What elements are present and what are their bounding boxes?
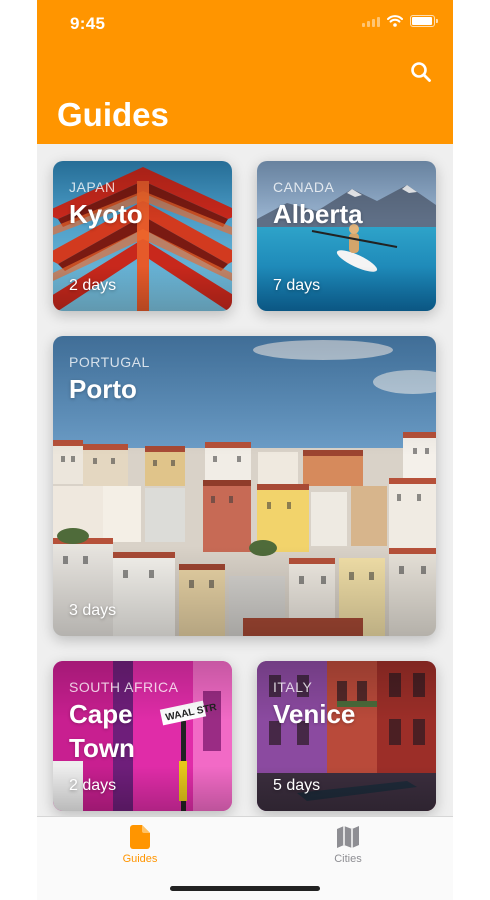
navigation-header: 9:45 Guides bbox=[37, 0, 453, 144]
home-indicator bbox=[170, 886, 320, 891]
battery-icon bbox=[410, 15, 438, 27]
tab-cities[interactable]: Cities bbox=[288, 825, 408, 865]
guide-country: CANADA bbox=[273, 179, 335, 195]
guide-card-venice[interactable]: ITALY Venice 5 days bbox=[257, 661, 436, 811]
status-icons bbox=[362, 15, 438, 27]
guide-country: SOUTH AFRICA bbox=[69, 679, 179, 695]
guides-grid[interactable]: JAPAN Kyoto 2 days CANADA Alberta 7 days… bbox=[37, 144, 453, 816]
cellular-signal-icon bbox=[362, 16, 380, 27]
guide-card-porto[interactable]: PORTUGAL Porto 3 days bbox=[53, 336, 436, 636]
guide-card-kyoto[interactable]: JAPAN Kyoto 2 days bbox=[53, 161, 232, 311]
page-title: Guides bbox=[57, 96, 169, 133]
status-time: 9:45 bbox=[70, 14, 106, 33]
guide-city: Cape Town bbox=[69, 699, 135, 763]
battery-level bbox=[412, 17, 432, 25]
guide-card-alberta[interactable]: CANADA Alberta 7 days bbox=[257, 161, 436, 311]
app-screen: 9:45 Guides JAPAN Kyoto 2 days CANADA Al… bbox=[37, 0, 453, 900]
map-icon bbox=[337, 826, 359, 848]
wifi-icon bbox=[387, 15, 403, 27]
guide-days: 2 days bbox=[69, 277, 117, 294]
search-icon[interactable] bbox=[409, 60, 433, 84]
guide-days: 7 days bbox=[273, 277, 321, 294]
guide-country: ITALY bbox=[273, 679, 313, 695]
tab-label: Cities bbox=[334, 853, 362, 865]
document-icon bbox=[130, 825, 150, 849]
tab-guides[interactable]: Guides bbox=[80, 825, 200, 865]
guide-country: PORTUGAL bbox=[69, 354, 150, 370]
tab-label: Guides bbox=[122, 853, 158, 865]
guide-city: Porto bbox=[69, 374, 137, 404]
guide-days: 2 days bbox=[69, 777, 117, 794]
guide-days: 3 days bbox=[69, 602, 117, 619]
guide-card-cape-town[interactable]: WAAL STR SOUTH AFRICA Cape Town 2 days bbox=[53, 661, 232, 811]
guide-city: Alberta bbox=[273, 199, 363, 229]
guide-city: Venice bbox=[273, 699, 356, 729]
guide-country: JAPAN bbox=[69, 179, 116, 195]
guide-days: 5 days bbox=[273, 777, 321, 794]
guide-city: Kyoto bbox=[69, 199, 143, 229]
